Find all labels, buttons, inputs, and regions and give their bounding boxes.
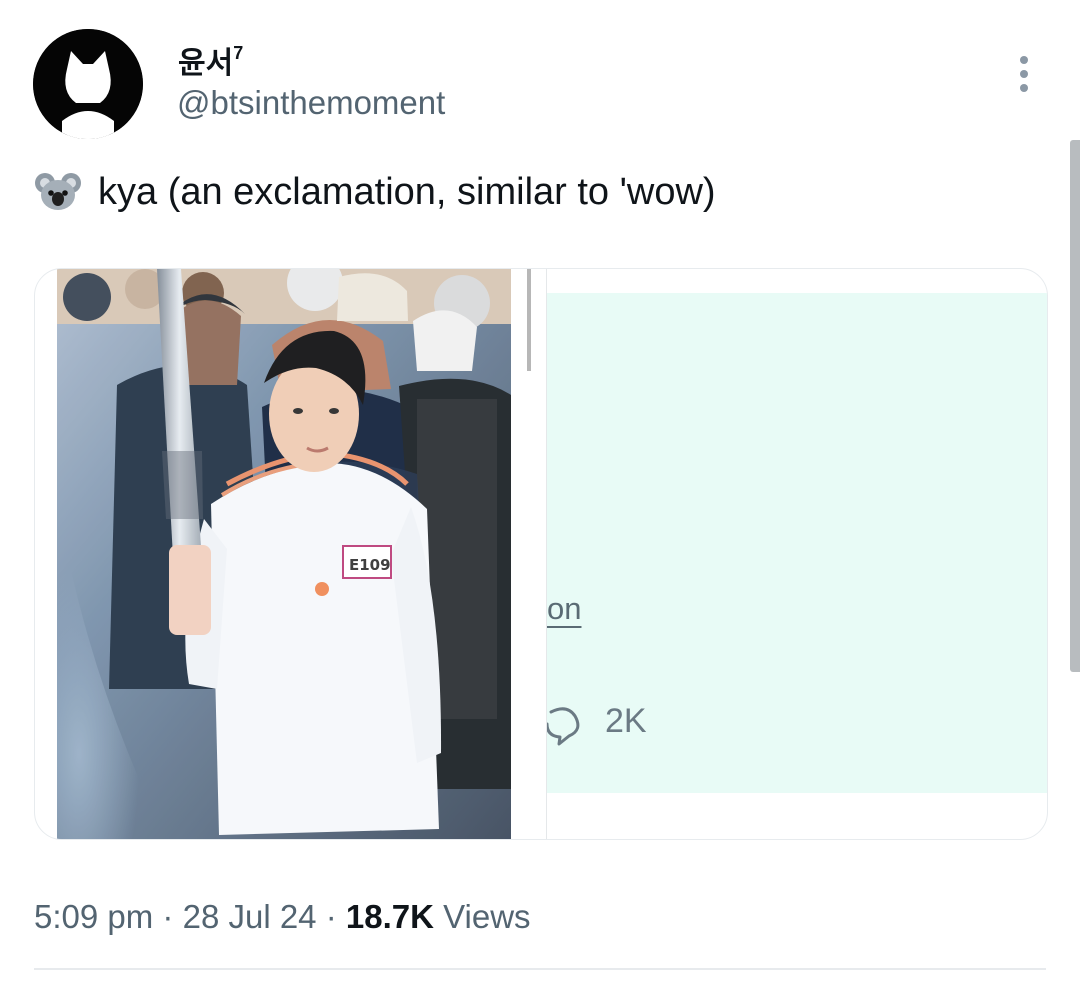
views-count: 18.7K [345, 898, 434, 935]
cat-avatar-icon [33, 29, 143, 139]
meta-separator: · [162, 898, 174, 935]
display-name-suffix: 7 [233, 43, 244, 63]
torchbearer-photo-image: E109 [57, 269, 511, 839]
reply-count[interactable]: 2K [605, 702, 647, 741]
views-label: Views [443, 898, 531, 935]
meta-separator: · [325, 898, 337, 935]
quoted-link-text[interactable]: on [547, 591, 581, 627]
tweet-time[interactable]: 5:09 pm [34, 898, 153, 935]
author-display-name[interactable]: 윤서7 [178, 38, 243, 82]
media-carousel[interactable]: E109 on 2K [34, 268, 1048, 840]
more-vertical-icon [1020, 84, 1028, 92]
tweet-text: kya (an exclamation, similar to 'wow) [34, 168, 716, 216]
tweet-meta-line: 5:09 pm · 28 Jul 24 · 18.7K Views [34, 898, 531, 936]
tweet-text-content: kya (an exclamation, similar to 'wow) [98, 170, 716, 213]
tweet-date[interactable]: 28 Jul 24 [183, 898, 317, 935]
bottom-divider [34, 968, 1046, 970]
koala-emoji-icon [35, 173, 81, 210]
koala-icon [34, 168, 82, 216]
display-name-text: 윤서 [178, 47, 234, 80]
reply-icon[interactable] [547, 706, 583, 746]
quoted-preview-panel[interactable]: on 2K [547, 293, 1047, 793]
more-vertical-icon [1020, 56, 1028, 64]
more-vertical-icon [1020, 70, 1028, 78]
torchbearer-photo[interactable]: E109 [57, 269, 511, 839]
author-handle[interactable]: @btsinthemoment [177, 84, 445, 122]
page-scrollbar[interactable] [1070, 140, 1080, 672]
author-avatar[interactable] [33, 29, 143, 139]
photo-scroll-indicator [527, 269, 531, 371]
tweet-detail-page: 윤서7 @btsinthemoment kya (an exclamation,… [0, 0, 1080, 983]
more-options-button[interactable] [1010, 52, 1040, 96]
